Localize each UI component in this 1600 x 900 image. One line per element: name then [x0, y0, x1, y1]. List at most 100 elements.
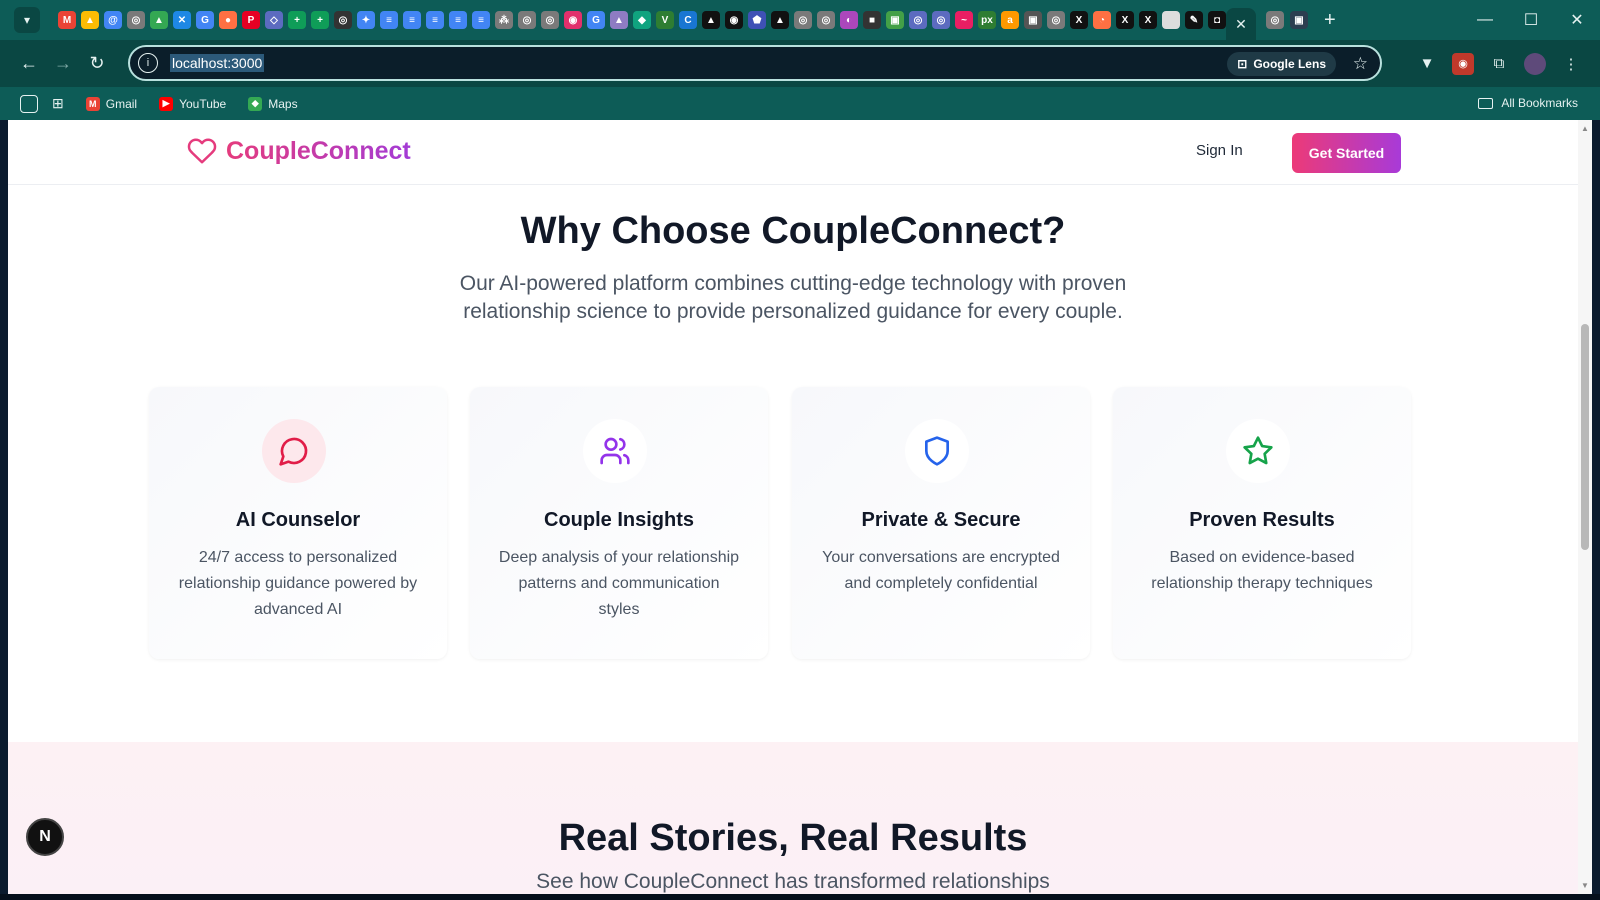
tab-favicon[interactable]: ◐ — [840, 11, 858, 29]
why-title: Why Choose CoupleConnect? — [520, 210, 1066, 252]
tab-favicon[interactable]: ● — [219, 11, 237, 29]
brand-logo[interactable]: CoupleConnect — [186, 136, 411, 166]
tab-favicon[interactable]: ✎ — [1185, 11, 1203, 29]
tab-favicon[interactable]: G — [196, 11, 214, 29]
tab-favicon[interactable]: X — [1116, 11, 1134, 29]
tab-favicon[interactable]: ◎ — [909, 11, 927, 29]
tab-favicon[interactable]: ✦ — [357, 11, 375, 29]
tab-favicon[interactable]: ◎ — [334, 11, 352, 29]
url-text[interactable]: localhost:3000 — [170, 54, 265, 72]
profile-avatar[interactable] — [1524, 52, 1546, 75]
reload-button[interactable]: ↻ — [80, 47, 114, 81]
tab-favicon[interactable]: ◉ — [725, 11, 743, 29]
all-bookmarks-button[interactable]: All Bookmarks — [1478, 96, 1578, 110]
tab-favicon[interactable]: ◆ — [633, 11, 651, 29]
star-icon — [1226, 419, 1290, 483]
tab-favicon[interactable]: ≡ — [403, 11, 421, 29]
menu-kebab-icon[interactable]: ⋮ — [1560, 53, 1582, 75]
page-scrollbar[interactable]: ▲ ▼ — [1578, 120, 1592, 894]
tab-favicon[interactable]: ▣ — [1290, 11, 1308, 29]
tab-favicon[interactable]: ⁂ — [495, 11, 513, 29]
site-header: CoupleConnect Sign In Get Started — [8, 120, 1578, 185]
bookmarks-bar: ⊞ M Gmail ▶ YouTube ◆ Maps All Bookmarks — [0, 87, 1600, 120]
bookmark-youtube[interactable]: ▶ YouTube — [159, 96, 227, 111]
tab-favicon[interactable]: ◉ — [564, 11, 582, 29]
tab-favicon[interactable]: ✕ — [173, 11, 191, 29]
tab-favicon[interactable]: ◘ — [1208, 11, 1226, 29]
tab-favicon[interactable]: ~ — [955, 11, 973, 29]
site-info-icon[interactable]: i — [138, 53, 158, 73]
tab-favicon[interactable]: ≡ — [426, 11, 444, 29]
tab-favicon[interactable]: a — [1001, 11, 1019, 29]
tab-favicon[interactable]: P — [242, 11, 260, 29]
brand-name: CoupleConnect — [226, 136, 411, 165]
tab-favicon[interactable]: ◎ — [932, 11, 950, 29]
taskbar-edge — [0, 894, 1600, 900]
close-window-button[interactable]: ✕ — [1554, 0, 1600, 40]
maximize-button[interactable]: ☐ — [1508, 0, 1554, 40]
tab-favicon[interactable]: ◎ — [518, 11, 536, 29]
active-tab[interactable]: ✕ — [1226, 8, 1256, 40]
tab-favicon[interactable]: ▲ — [610, 11, 628, 29]
tab-favicon[interactable]: ◎ — [541, 11, 559, 29]
sign-in-link[interactable]: Sign In — [1196, 142, 1243, 159]
tab-favicon[interactable]: ⬟ — [748, 11, 766, 29]
red-extension-icon[interactable]: ◉ — [1452, 52, 1474, 75]
scroll-thumb[interactable] — [1581, 324, 1589, 550]
tab-favicon[interactable]: ≡ — [472, 11, 490, 29]
tab-favicon[interactable]: V — [656, 11, 674, 29]
tab-search-button[interactable]: ▾ — [14, 7, 40, 33]
address-bar[interactable]: i localhost:3000 ⊡ Google Lens ☆ — [128, 45, 1382, 81]
vpn-extension-icon[interactable]: ▼ — [1416, 53, 1438, 75]
tab-favicon[interactable]: + — [311, 11, 329, 29]
tab-favicon[interactable]: ◇ — [265, 11, 283, 29]
tab-favicon[interactable]: ▣ — [1024, 11, 1042, 29]
tab-favicon[interactable]: ◎ — [794, 11, 812, 29]
shield-icon — [905, 419, 969, 483]
tab-favicon[interactable]: ≡ — [380, 11, 398, 29]
tab-favicon[interactable]: G — [587, 11, 605, 29]
bookmark-label: Maps — [268, 96, 298, 111]
feature-title: Proven Results — [1189, 509, 1335, 531]
tab-favicon[interactable]: ▣ — [886, 11, 904, 29]
back-button[interactable]: ← — [12, 47, 46, 81]
tab-favicon[interactable]: M — [58, 11, 76, 29]
tab-favicon[interactable]: X — [1070, 11, 1088, 29]
tab-favicon[interactable]: ▲ — [702, 11, 720, 29]
tab-favicon[interactable]: ▲ — [150, 11, 168, 29]
minimize-button[interactable]: — — [1462, 0, 1508, 40]
tab-favicon[interactable]: + — [288, 11, 306, 29]
tab-favicon[interactable]: ◎ — [817, 11, 835, 29]
bookmark-star-icon[interactable]: ☆ — [1353, 54, 1368, 74]
tab-favicon[interactable]: ▲ — [771, 11, 789, 29]
nextjs-dev-indicator[interactable]: N — [26, 818, 64, 856]
bookmark-gmail[interactable]: M Gmail — [85, 96, 137, 111]
tab-favicon[interactable]: X — [1139, 11, 1157, 29]
new-tab-button[interactable]: + — [1324, 9, 1336, 32]
tab-favicon[interactable]: ■ — [863, 11, 881, 29]
tab-favicon[interactable]: @ — [104, 11, 122, 29]
tab-favicon[interactable]: ◎ — [1266, 11, 1284, 29]
tab-favicon[interactable]: ◎ — [127, 11, 145, 29]
tab-groups-icon[interactable] — [20, 94, 38, 113]
tab-favicon[interactable]: ◔ — [1093, 11, 1111, 29]
google-lens-button[interactable]: ⊡ Google Lens — [1227, 52, 1336, 76]
scroll-down-arrow-icon[interactable]: ▼ — [1581, 881, 1589, 890]
apps-grid-icon[interactable]: ⊞ — [52, 95, 64, 112]
tab-favicon-list: M ▲ @ ◎ ▲ ✕ G ● P ◇ + + ◎ ✦ ≡ ≡ ≡ ≡ ≡ ⁂ ◎ ◎ ◉ G ▲ ◆ V C ▲ ◉ ⬟ ▲ ◎ ◎ ◐ ■ ▣ ◎ ◎ ~… — [58, 0, 1226, 40]
forward-button[interactable]: → — [46, 47, 80, 81]
bookmark-maps[interactable]: ◆ Maps — [248, 96, 298, 111]
stories-title: Real Stories, Real Results — [558, 817, 1028, 859]
bookmark-label: YouTube — [179, 96, 227, 111]
get-started-button[interactable]: Get Started — [1292, 133, 1401, 173]
extensions-puzzle-icon[interactable]: ⧉ — [1488, 53, 1510, 75]
tab-favicon[interactable]: ≡ — [449, 11, 467, 29]
bookmark-list: M Gmail ▶ YouTube ◆ Maps — [64, 96, 298, 111]
tab-favicon[interactable]: ▲ — [81, 11, 99, 29]
tab-favicon[interactable] — [1162, 11, 1180, 29]
tab-favicon[interactable]: px — [978, 11, 996, 29]
scroll-up-arrow-icon[interactable]: ▲ — [1581, 124, 1589, 133]
tab-favicon[interactable]: C — [679, 11, 697, 29]
tab-favicon[interactable]: ◎ — [1047, 11, 1065, 29]
close-tab-icon[interactable]: ✕ — [1235, 16, 1247, 33]
